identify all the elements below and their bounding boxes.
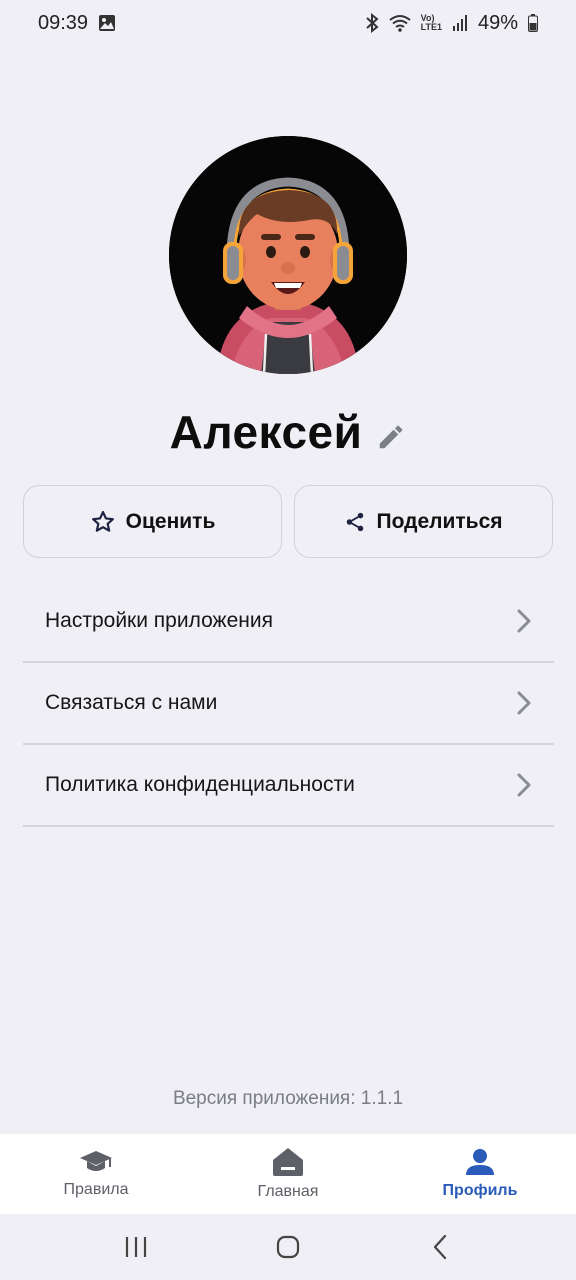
avatar[interactable] [169, 136, 407, 374]
app-version-text: Версия приложения: 1.1.1 [172, 1088, 404, 1109]
share-button-label: Поделиться [376, 509, 503, 533]
status-time: 09:39 [38, 11, 89, 34]
gallery-notification-icon [98, 14, 116, 32]
battery-icon [528, 14, 538, 32]
recent-apps-button[interactable] [106, 1222, 166, 1272]
recent-apps-icon [124, 1236, 148, 1258]
rate-button[interactable]: Оценить [23, 485, 282, 558]
nav-tab-label: Профиль [442, 1182, 518, 1199]
nav-tab-rules[interactable]: Правила [0, 1134, 192, 1214]
profile-name: Алексей [169, 406, 363, 458]
share-icon [344, 511, 366, 533]
home-circle-icon [276, 1235, 300, 1259]
nav-tab-label: Правила [63, 1181, 129, 1198]
signal-icon [452, 14, 468, 32]
rate-button-label: Оценить [125, 509, 216, 533]
battery-percent: 49% [477, 11, 518, 34]
chevron-right-icon [516, 608, 532, 634]
nav-tab-label: Главная [257, 1183, 319, 1200]
share-button[interactable]: Поделиться [294, 485, 553, 558]
graduation-cap-icon [79, 1149, 113, 1175]
chevron-right-icon [516, 772, 532, 798]
status-left: 09:39 [38, 12, 116, 35]
bottom-navigation: Правила Главная Профиль [0, 1134, 576, 1214]
back-button[interactable] [410, 1222, 470, 1272]
nav-tab-profile[interactable]: Профиль [384, 1134, 576, 1214]
edit-pencil-icon[interactable] [376, 422, 406, 452]
back-chevron-icon [432, 1234, 448, 1260]
menu-item-label: Политика конфиденциальности [45, 773, 355, 796]
menu-item-privacy-policy[interactable]: Политика конфиденциальности [23, 745, 554, 827]
person-icon [465, 1148, 495, 1176]
menu-item-label: Связаться с нами [45, 691, 218, 714]
menu-item-contact-us[interactable]: Связаться с нами [23, 663, 554, 745]
menu-item-app-settings[interactable]: Настройки приложения [23, 581, 554, 663]
avatar-illustration [169, 136, 407, 374]
nav-tab-home[interactable]: Главная [192, 1134, 384, 1214]
chevron-right-icon [516, 690, 532, 716]
status-right: Vo) LTE1 49% [365, 12, 538, 35]
home-button[interactable] [258, 1222, 318, 1272]
menu-item-label: Настройки приложения [45, 609, 273, 632]
wifi-icon [389, 14, 411, 32]
system-navigation-bar [0, 1214, 576, 1280]
home-icon [272, 1147, 304, 1177]
star-icon [90, 509, 116, 535]
network-type-label: Vo) LTE1 [420, 13, 442, 32]
bluetooth-icon [365, 13, 379, 33]
status-bar: 09:39 Vo) LTE1 49% [0, 0, 576, 46]
profile-name-row: Алексей [0, 404, 576, 460]
